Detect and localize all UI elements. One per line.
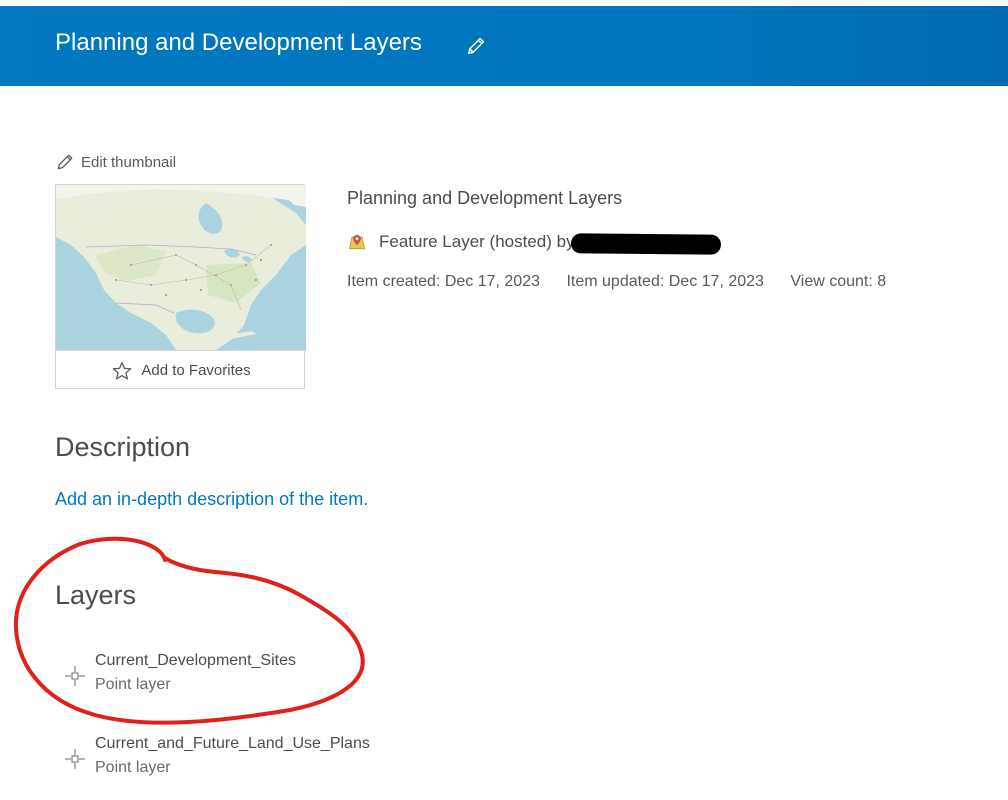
add-to-favorites-label: Add to Favorites: [141, 362, 251, 379]
item-type-label: Feature Layer (hosted) by: [379, 232, 575, 251]
description-heading: Description: [55, 432, 191, 462]
item-type-row: Feature Layer (hosted) by: [347, 230, 721, 255]
thumbnail-card: Add to Favorites: [55, 184, 306, 390]
page-title: Planning and Development Layers: [55, 29, 422, 56]
layer-item[interactable]: Current_and_Future_Land_Use_Plans Point …: [64, 735, 484, 781]
pencil-icon[interactable]: [465, 35, 487, 57]
add-description-link[interactable]: Add an in-depth description of the item.: [55, 489, 368, 510]
pencil-icon: [57, 154, 73, 170]
edit-thumbnail-label: Edit thumbnail: [81, 153, 177, 171]
item-created: Item created: Dec 17, 2023: [347, 273, 540, 290]
feature-layer-icon: [348, 234, 366, 250]
point-layer-icon: [65, 749, 85, 769]
item-view-count: View count: 8: [790, 273, 887, 290]
star-icon: [113, 361, 132, 380]
red-annotation-circle: [13, 536, 365, 725]
item-title: Planning and Development Layers: [347, 188, 623, 208]
layer-name: Current_Development_Sites: [95, 652, 296, 669]
layer-item[interactable]: Current_Development_Sites Point layer: [64, 652, 484, 698]
add-to-favorites-button[interactable]: Add to Favorites: [56, 350, 306, 390]
item-meta: Item created: Dec 17, 2023 Item updated:…: [347, 273, 908, 291]
layers-heading: Layers: [55, 580, 137, 610]
layer-type: Point layer: [95, 759, 171, 776]
point-layer-icon: [65, 666, 85, 686]
item-updated: Item updated: Dec 17, 2023: [566, 273, 764, 290]
layer-type: Point layer: [95, 676, 171, 693]
page-header: Planning and Development Layers: [0, 6, 1008, 86]
redacted-owner: [570, 233, 721, 255]
edit-thumbnail-button[interactable]: Edit thumbnail: [55, 151, 176, 173]
layer-name: Current_and_Future_Land_Use_Plans: [95, 735, 370, 752]
map-thumbnail: [56, 185, 306, 350]
